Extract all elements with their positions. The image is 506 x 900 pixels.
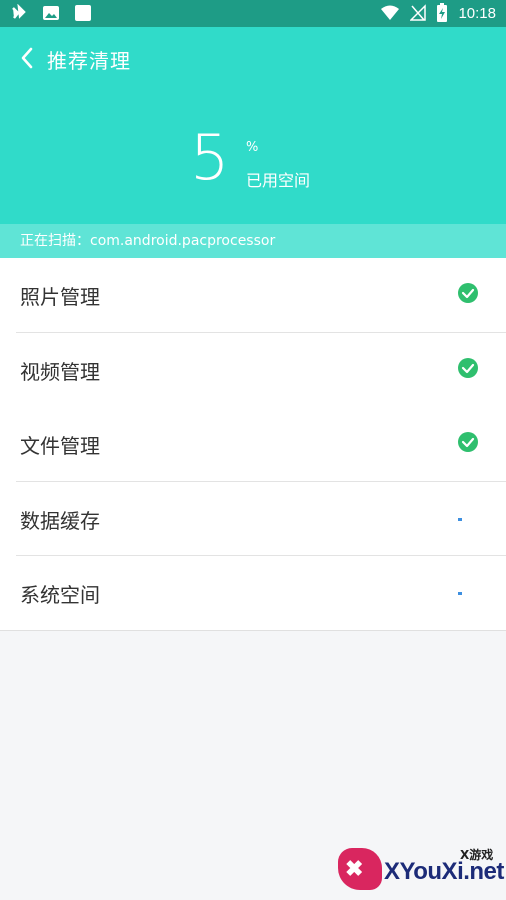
scanning-indicator-icon — [458, 518, 462, 521]
check-circle-icon — [458, 432, 478, 452]
list-item-label: 系统空间 — [20, 583, 100, 607]
usage-percent-sign: % — [246, 140, 259, 155]
gamepad-logo-icon: ✖ — [338, 848, 382, 890]
status-right-icons: 10:18 — [380, 3, 496, 23]
back-button[interactable] — [14, 44, 42, 72]
scanning-indicator-icon — [458, 592, 462, 595]
check-circle-icon — [458, 283, 478, 303]
notification-square-icon — [75, 5, 91, 21]
status-bar: 10:18 — [0, 0, 506, 27]
wifi-icon — [381, 5, 400, 20]
list-item-videos[interactable]: 视频管理 — [0, 333, 506, 407]
bug-icon — [12, 4, 26, 19]
page-title: 推荐清理 — [47, 49, 131, 73]
list-item-data-cache[interactable]: 数据缓存 — [0, 482, 506, 556]
image-icon — [43, 6, 59, 20]
list-item-label: 数据缓存 — [20, 509, 100, 533]
list-item-label: 照片管理 — [20, 285, 100, 309]
list-item-label: 文件管理 — [20, 434, 100, 458]
watermark-brand: XYouXi.net — [384, 858, 504, 885]
battery-charging-icon — [437, 3, 448, 22]
check-circle-icon — [458, 358, 478, 378]
usage-percent-value: 5 — [190, 121, 230, 194]
scan-status-bar: 正在扫描：com.android.pacprocessor — [0, 224, 506, 258]
list-item-label: 视频管理 — [20, 360, 100, 384]
scan-status-text: 正在扫描：com.android.pacprocessor — [20, 233, 276, 249]
cleanup-category-list: 照片管理 视频管理 文件管理 数据缓存 系统空间 — [0, 258, 506, 631]
status-left-icons — [10, 4, 92, 22]
used-space-label: 已用空间 — [246, 171, 311, 190]
watermark: ✖ X游戏 XYouXi.net — [338, 846, 504, 894]
status-time: 10:18 — [458, 4, 496, 22]
no-signal-icon — [410, 4, 427, 21]
list-item-system-space[interactable]: 系统空间 — [0, 556, 506, 630]
list-item-files[interactable]: 文件管理 — [0, 407, 506, 481]
list-item-photos[interactable]: 照片管理 — [0, 258, 506, 332]
usage-header: 推荐清理 5 % 已用空间 — [0, 27, 506, 224]
chevron-left-icon — [21, 47, 33, 69]
